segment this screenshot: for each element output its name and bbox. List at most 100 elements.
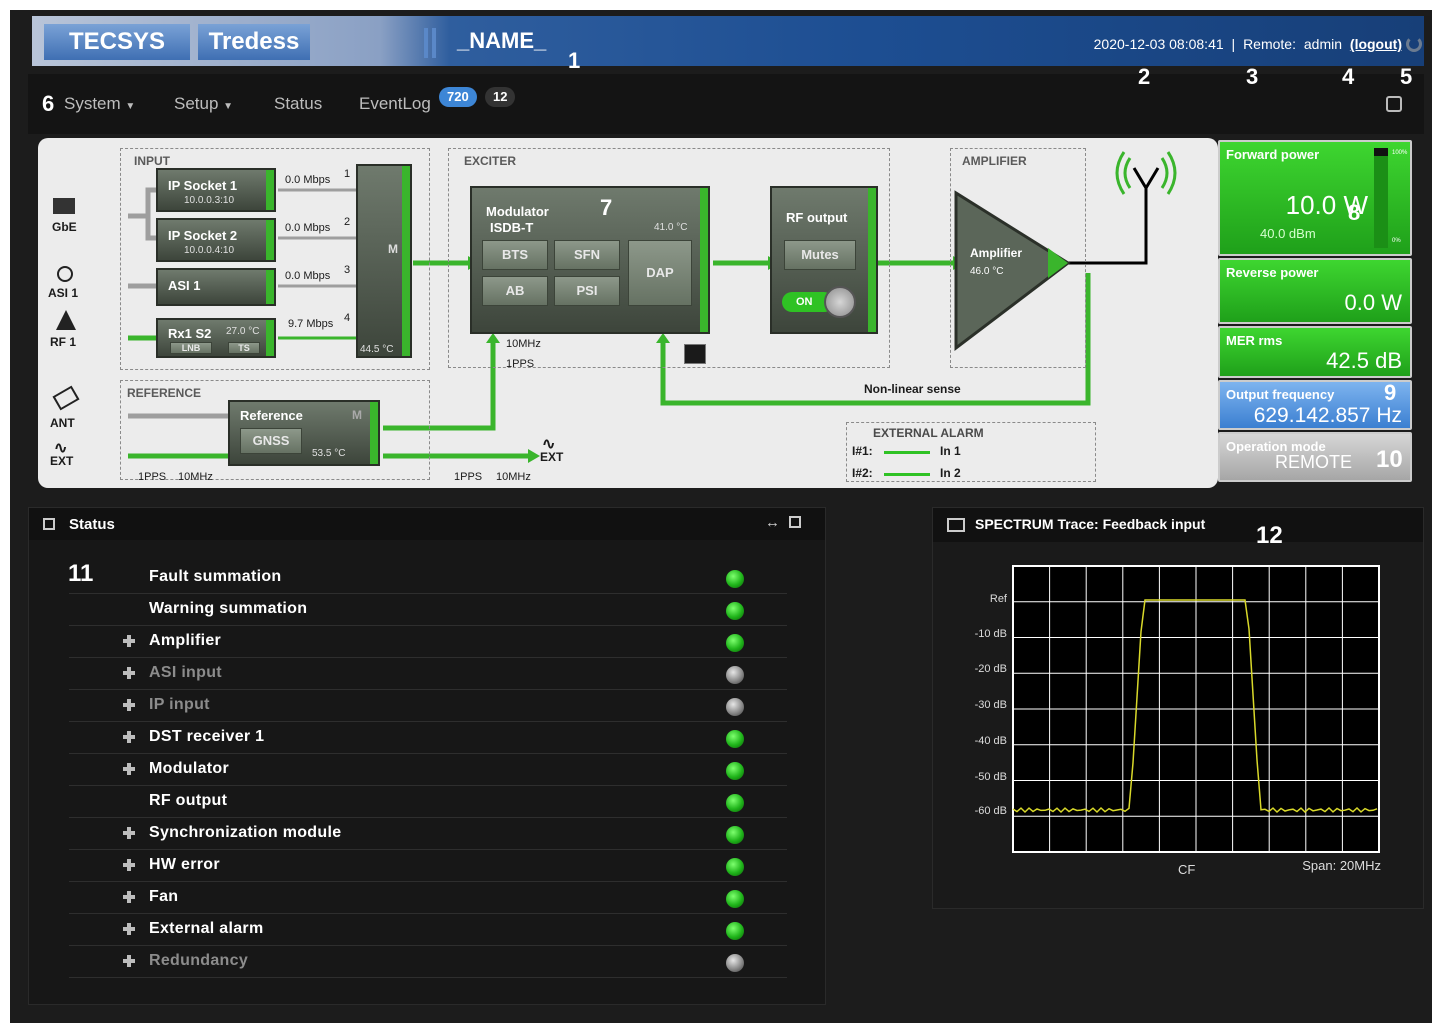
forward-power-meter: [1374, 148, 1388, 248]
spectrum-panel-icon: [947, 518, 965, 532]
status-row-label: Fan: [149, 888, 179, 905]
fullscreen-icon[interactable]: [789, 516, 801, 528]
spectrum-panel-header: SPECTRUM Trace: Feedback input: [933, 508, 1423, 542]
status-led-icon: [726, 826, 744, 844]
status-row[interactable]: External alarm: [69, 914, 787, 946]
ip-socket-2-rate: 0.0 Mbps: [285, 222, 331, 234]
callout-11: 11: [68, 560, 94, 587]
status-row-label: Warning summation: [149, 600, 308, 617]
header-divider: [424, 28, 428, 58]
spectrum-y-tick-label: -60 dB: [975, 805, 1007, 817]
status-row: Warning summation: [69, 594, 787, 626]
mutes-button[interactable]: Mutes: [784, 240, 856, 270]
gnss-button[interactable]: GNSS: [240, 428, 302, 454]
alarm-count-badge[interactable]: 12: [485, 87, 516, 107]
ext-label: EXT: [50, 454, 74, 468]
ts-button[interactable]: TS: [228, 342, 260, 354]
status-led-icon: [726, 794, 744, 812]
ref-in-10mhz: 10MHz: [178, 471, 213, 483]
menu-system[interactable]: System ▼: [64, 94, 135, 114]
reference-block[interactable]: Reference M GNSS 53.5 °C: [228, 400, 380, 466]
refresh-icon[interactable]: [1406, 36, 1422, 52]
header-bar: TECSYS Tredess _NAME_ 2020-12-03 08:08:4…: [32, 16, 1424, 66]
expand-icon[interactable]: [123, 667, 135, 679]
status-led-icon: [726, 922, 744, 940]
logout-link[interactable]: (logout): [1350, 36, 1402, 52]
mer-gauge[interactable]: MER rms 42.5 dB: [1218, 326, 1412, 378]
callout-6: 6: [42, 91, 55, 116]
asi-icon: [57, 266, 73, 282]
forward-power-gauge[interactable]: Forward power 10.0 W 40.0 dBm 100% 0%: [1218, 140, 1412, 256]
status-row: RF output: [69, 786, 787, 818]
callout-2: 2: [1138, 64, 1151, 89]
rf-output-block[interactable]: RF output Mutes ON: [770, 186, 878, 334]
expand-icon[interactable]: [123, 635, 135, 647]
eventlog-count-badge[interactable]: 720: [439, 87, 477, 107]
status-row[interactable]: DST receiver 1: [69, 722, 787, 754]
ip-socket-1-block[interactable]: IP Socket 1 10.0.0.3:10: [156, 168, 276, 212]
ip-socket-2-block[interactable]: IP Socket 2 10.0.0.4:10: [156, 218, 276, 262]
amplifier-name: Amplifier: [970, 246, 1023, 260]
status-title: Status: [69, 516, 115, 533]
status-row: Fault summation: [69, 562, 787, 594]
rx1-s2-block[interactable]: Rx1 S2 27.0 °C LNB TS: [156, 318, 276, 358]
expand-icon[interactable]: [123, 923, 135, 935]
spectrum-y-tick-label: Ref: [990, 593, 1008, 605]
psi-button[interactable]: PSI: [554, 276, 620, 306]
status-row-label: Amplifier: [149, 632, 222, 649]
status-row-label: RF output: [149, 792, 228, 809]
dap-button[interactable]: DAP: [628, 240, 692, 306]
amplifier-label: AMPLIFIER: [962, 154, 1027, 168]
reverse-power-gauge[interactable]: Reverse power 0.0 W: [1218, 258, 1412, 324]
status-row[interactable]: Amplifier: [69, 626, 787, 658]
separator: |: [1231, 36, 1236, 52]
asi-1-rate: 0.0 Mbps: [285, 270, 331, 282]
clock-1pps: 1PPS: [506, 358, 535, 370]
lnb-button[interactable]: LNB: [170, 342, 212, 354]
ab-button[interactable]: AB: [482, 276, 548, 306]
port-1: 1: [344, 168, 351, 180]
status-row[interactable]: HW error: [69, 850, 787, 882]
status-row[interactable]: Modulator: [69, 754, 787, 786]
status-row[interactable]: IP input: [69, 690, 787, 722]
power-icon[interactable]: [824, 286, 856, 318]
expand-icon[interactable]: [123, 955, 135, 967]
status-led-icon: [726, 634, 744, 652]
spectrum-plot: Ref -10 dB -20 dB -30 dB -40 dB -50 dB -60 dB C…: [975, 565, 1381, 877]
status-row[interactable]: ASI input: [69, 658, 787, 690]
header-divider: [432, 28, 436, 58]
callout-7: 7: [600, 195, 613, 220]
menu-setup[interactable]: Setup ▼: [174, 94, 233, 114]
spectrum-y-tick-label: -40 dB: [975, 735, 1007, 747]
expand-icon[interactable]: [123, 859, 135, 871]
output-frequency-gauge[interactable]: Output frequency 629.142.857 Hz: [1218, 380, 1412, 430]
spectrum-y-tick-label: -30 dB: [975, 699, 1007, 711]
callout-5: 5: [1400, 64, 1413, 89]
status-row[interactable]: Synchronization module: [69, 818, 787, 850]
external-alarm-label: EXTERNAL ALARM: [873, 426, 984, 440]
menu-status[interactable]: Status: [274, 94, 322, 114]
expand-icon[interactable]: [123, 731, 135, 743]
spectrum-icon[interactable]: [684, 344, 706, 364]
asi-1-block[interactable]: ASI 1: [156, 268, 276, 306]
datetime: 2020-12-03 08:08:41: [1093, 36, 1224, 52]
status-row[interactable]: Fan: [69, 882, 787, 914]
sfn-button[interactable]: SFN: [554, 240, 620, 270]
expand-icon[interactable]: [123, 891, 135, 903]
status-panel-header: Status ↔: [29, 508, 825, 540]
modulator-block[interactable]: Modulator ISDB-T 41.0 °C BTS SFN AB PSI …: [470, 186, 710, 334]
ref-out-10mhz: 10MHz: [496, 471, 531, 483]
edit-icon[interactable]: [1386, 96, 1402, 112]
expand-icon[interactable]: [123, 763, 135, 775]
status-row[interactable]: Redundancy: [69, 946, 787, 978]
bts-button[interactable]: BTS: [482, 240, 548, 270]
tecsys-logo: TECSYS: [44, 24, 190, 60]
exciter-label: EXCITER: [464, 154, 517, 168]
status-row-label: External alarm: [149, 920, 264, 937]
expand-icon[interactable]: [123, 699, 135, 711]
input-mux-block[interactable]: M 44.5 °C: [356, 164, 412, 358]
resize-icon[interactable]: ↔: [765, 514, 780, 531]
expand-icon[interactable]: [123, 827, 135, 839]
menu-eventlog[interactable]: EventLog: [359, 94, 431, 114]
alarm-input-2-switch-icon: [884, 473, 930, 476]
